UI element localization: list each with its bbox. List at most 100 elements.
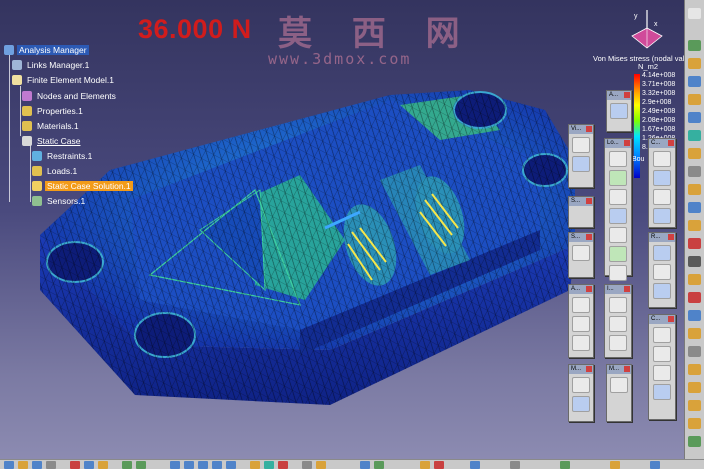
paste-icon[interactable]	[98, 461, 108, 469]
tree-node-analysis-manager[interactable]: Analysis Manager	[4, 44, 89, 56]
tree-node-restraints[interactable]: Restraints.1	[32, 150, 94, 162]
pressure-icon[interactable]	[609, 151, 627, 167]
display-icon[interactable]	[572, 156, 590, 172]
shading-icon[interactable]	[278, 461, 288, 469]
toolbar-compute[interactable]: C...	[648, 138, 676, 228]
select-icon[interactable]	[688, 8, 701, 19]
normal-view-icon[interactable]	[250, 461, 260, 469]
search-icon[interactable]	[610, 103, 628, 119]
close-icon[interactable]	[624, 92, 630, 98]
close-icon[interactable]	[624, 286, 630, 292]
tree-node-finite-element-model[interactable]: Finite Element Model.1	[12, 74, 116, 86]
stress-icon[interactable]	[653, 208, 671, 224]
history-icon[interactable]	[572, 335, 590, 351]
zoom-out-icon[interactable]	[226, 461, 236, 469]
deformation-icon[interactable]	[653, 170, 671, 186]
line-force-icon[interactable]	[609, 227, 627, 243]
mesh-part-icon[interactable]	[572, 396, 590, 412]
measure-icon[interactable]	[688, 328, 701, 339]
hole-icon[interactable]	[688, 220, 701, 231]
apply-material-icon[interactable]	[434, 461, 444, 469]
fit-all-icon[interactable]	[170, 461, 180, 469]
axis-icon[interactable]	[688, 436, 701, 447]
toolbar-model-manager[interactable]: M...	[606, 364, 632, 422]
fastened-icon[interactable]	[653, 365, 671, 381]
sensor-icon[interactable]	[572, 245, 590, 261]
toolbar-images[interactable]: I...	[604, 284, 632, 358]
toolbar-solution[interactable]: S...	[568, 196, 594, 228]
close-icon[interactable]	[624, 366, 630, 372]
iso-view-icon[interactable]	[264, 461, 274, 469]
scale-icon[interactable]	[688, 310, 701, 321]
toolbar-view[interactable]: Vi...	[568, 124, 594, 188]
open-icon[interactable]	[18, 461, 28, 469]
acceleration-icon[interactable]	[609, 265, 627, 281]
toolbar-analysis[interactable]: A...	[606, 90, 632, 132]
arrow-icon[interactable]	[688, 382, 701, 393]
rotate-icon[interactable]	[198, 461, 208, 469]
arrow-icon[interactable]	[688, 400, 701, 411]
analysis-tool-icon[interactable]	[572, 297, 590, 313]
tree-node-nodes-elements[interactable]: Nodes and Elements	[22, 90, 118, 102]
tree-node-static-case[interactable]: Static Case	[22, 135, 82, 147]
properties-icon[interactable]	[360, 461, 370, 469]
toolbar-mesh[interactable]: M...	[568, 364, 594, 422]
close-icon[interactable]	[668, 234, 674, 240]
pattern-icon[interactable]	[688, 292, 701, 303]
swap-space-icon[interactable]	[316, 461, 326, 469]
tree-node-sensors[interactable]: Sensors.1	[32, 195, 87, 207]
close-icon[interactable]	[668, 316, 674, 322]
displacement-icon[interactable]	[653, 189, 671, 205]
close-icon[interactable]	[586, 286, 592, 292]
toolbar-analysis-tools[interactable]: A...	[568, 284, 594, 358]
compass-icon[interactable]: y x	[622, 6, 672, 54]
isostatic-icon[interactable]	[653, 283, 671, 299]
connection-icon[interactable]	[653, 327, 671, 343]
help-icon[interactable]	[650, 461, 660, 469]
weld-icon[interactable]	[653, 384, 671, 400]
cut-icon[interactable]	[70, 461, 80, 469]
snap-icon[interactable]	[510, 461, 520, 469]
close-icon[interactable]	[668, 140, 674, 146]
image-icon[interactable]	[609, 297, 627, 313]
toolbar-restraints[interactable]: R...	[648, 232, 676, 308]
hide-show-icon[interactable]	[302, 461, 312, 469]
pocket-icon[interactable]	[688, 112, 701, 123]
new-icon[interactable]	[4, 461, 14, 469]
report-icon[interactable]	[572, 316, 590, 332]
fillet-icon[interactable]	[688, 148, 701, 159]
view-icon[interactable]	[572, 137, 590, 153]
toolbar-sensors[interactable]: S...	[568, 232, 594, 278]
compass-toggle-icon[interactable]	[470, 461, 480, 469]
redo-icon[interactable]	[136, 461, 146, 469]
thread-icon[interactable]	[688, 238, 701, 249]
model-check-icon[interactable]	[610, 377, 628, 393]
arrow-icon[interactable]	[688, 418, 701, 429]
chamfer-icon[interactable]	[688, 166, 701, 177]
tree-node-materials[interactable]: Materials.1	[22, 120, 81, 132]
close-icon[interactable]	[586, 366, 592, 372]
shaft-icon[interactable]	[688, 130, 701, 141]
tree-node-links-manager[interactable]: Links Manager.1	[12, 59, 91, 71]
force-icon[interactable]	[609, 170, 627, 186]
compute-icon[interactable]	[653, 151, 671, 167]
bearing-load-icon[interactable]	[609, 208, 627, 224]
measure-icon[interactable]	[420, 461, 430, 469]
surface-icon[interactable]	[688, 76, 701, 87]
toolbar-connections[interactable]: C...	[648, 314, 676, 420]
render-icon[interactable]	[610, 461, 620, 469]
slider-icon[interactable]	[653, 264, 671, 280]
close-icon[interactable]	[586, 234, 592, 240]
toolbar-loads[interactable]: Lo...	[604, 138, 632, 281]
arrow-icon[interactable]	[688, 364, 701, 375]
undo-icon[interactable]	[122, 461, 132, 469]
sphere-icon[interactable]	[688, 256, 701, 267]
close-icon[interactable]	[586, 126, 592, 132]
draft-icon[interactable]	[688, 184, 701, 195]
analysis-tool-icon[interactable]	[688, 346, 701, 357]
contact-icon[interactable]	[653, 346, 671, 362]
pad-icon[interactable]	[688, 94, 701, 105]
clamp-icon[interactable]	[653, 245, 671, 261]
tree-node-loads[interactable]: Loads.1	[32, 165, 79, 177]
sketch-icon[interactable]	[688, 40, 701, 51]
